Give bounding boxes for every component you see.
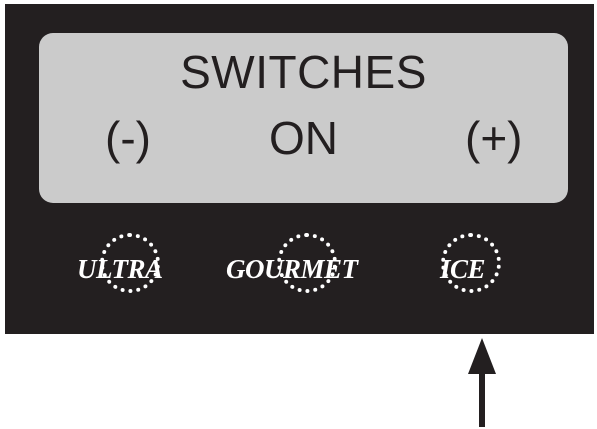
up-arrow-icon: [468, 338, 496, 427]
